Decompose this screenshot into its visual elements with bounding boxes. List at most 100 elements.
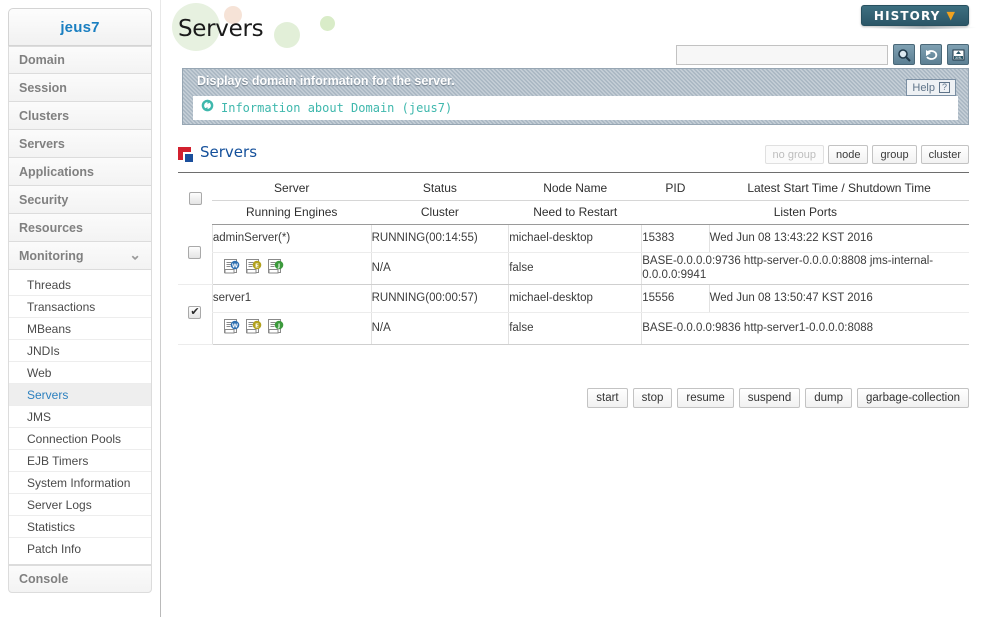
row-select-checkbox[interactable] bbox=[188, 245, 202, 259]
search-toolbar: XML bbox=[676, 44, 969, 65]
refresh-icon[interactable] bbox=[920, 44, 942, 65]
sidebar-subitem-label: Servers bbox=[27, 387, 69, 402]
column-header: Running Engines bbox=[212, 200, 372, 225]
sidebar-subitem-servers[interactable]: Servers bbox=[9, 384, 151, 406]
sidebar-item-label: Applications bbox=[19, 164, 95, 179]
cell-cluster: N/A bbox=[370, 252, 509, 285]
sidebar-subitem-patch-info[interactable]: Patch Info bbox=[9, 538, 151, 560]
sidebar-item-servers[interactable]: Servers bbox=[8, 130, 152, 158]
refresh-circle-icon bbox=[201, 99, 214, 117]
sidebar-item-label: Domain bbox=[19, 53, 65, 67]
table-row[interactable]: server1RUNNING(00:00:57)michael-desktop1… bbox=[178, 284, 969, 345]
sidebar-subitem-jndis[interactable]: JNDIs bbox=[9, 340, 151, 362]
svg-text:J: J bbox=[277, 323, 280, 329]
action-button-start[interactable]: start bbox=[587, 388, 628, 408]
info-link-text[interactable]: Information about Domain (jeus7) bbox=[221, 101, 452, 115]
sidebar-subitem-label: Connection Pools bbox=[27, 431, 122, 446]
cell-listen-ports: BASE-0.0.0.0:9736 http-server-0.0.0.0:88… bbox=[641, 252, 969, 285]
servers-table: Server Status Node Name PID Latest Start Tim… bbox=[178, 176, 969, 345]
search-input[interactable] bbox=[676, 44, 888, 65]
row-select-cell[interactable] bbox=[178, 284, 213, 345]
sidebar-bottom-nav: Console bbox=[8, 565, 152, 593]
info-headline: Displays domain information for the serv… bbox=[197, 74, 455, 88]
history-label: HISTORY bbox=[873, 8, 941, 23]
history-button[interactable]: HISTORY ▼ bbox=[860, 5, 969, 26]
action-button-stop[interactable]: stop bbox=[632, 388, 673, 408]
sidebar-subitem-web[interactable]: Web bbox=[9, 362, 151, 384]
svg-text:E: E bbox=[255, 323, 259, 329]
question-mark-icon: ? bbox=[939, 82, 950, 93]
sidebar-subitem-threads[interactable]: Threads bbox=[9, 274, 151, 296]
help-button[interactable]: Help ? bbox=[906, 79, 956, 96]
ejb-engine-icon[interactable]: E bbox=[245, 258, 262, 278]
cell-node-name: michael-desktop bbox=[508, 284, 642, 313]
table-row[interactable]: adminServer(*) RUNNING(00:14:55) michael-d… bbox=[178, 224, 969, 285]
sidebar-subitem-ejb-timers[interactable]: EJB Timers bbox=[9, 450, 151, 472]
engine-icon-group: WEJ bbox=[213, 318, 371, 338]
sidebar-subitem-connection-pools[interactable]: Connection Pools bbox=[9, 428, 151, 450]
web-engine-icon[interactable]: W bbox=[223, 258, 240, 278]
column-header: Node Name bbox=[508, 176, 642, 201]
sidebar-subitem-jms[interactable]: JMS bbox=[9, 406, 151, 428]
table-row[interactable]: W E J N/A false BASE-0.0.0.0:9836 http-server… bbox=[178, 312, 969, 345]
sidebar-item-clusters[interactable]: Clusters bbox=[8, 102, 152, 130]
group-button-node[interactable]: node bbox=[827, 145, 869, 164]
action-button-bar: start stop resume suspend dump garbage-collec… bbox=[587, 388, 969, 408]
table-header-row-1: Server Status Node Name PID Latest Start Tim… bbox=[178, 176, 969, 205]
web-engine-icon[interactable]: W bbox=[223, 318, 240, 338]
servers-table-body: Server Status Node Name PID Latest Start Tim… bbox=[178, 176, 969, 345]
select-all-checkbox[interactable] bbox=[188, 192, 202, 205]
info-link-row: Information about Domain (jeus7) bbox=[193, 96, 958, 120]
sidebar-subitem-label: Threads bbox=[27, 277, 72, 292]
decor-circle-green-2-icon bbox=[320, 16, 335, 31]
row-select-checkbox[interactable] bbox=[188, 305, 202, 319]
column-header: Server bbox=[212, 176, 372, 201]
sidebar-item-label: Session bbox=[19, 80, 67, 95]
search-icon[interactable] bbox=[893, 44, 915, 65]
sidebar-item-applications[interactable]: Applications bbox=[8, 158, 152, 186]
row-select-cell[interactable] bbox=[178, 224, 213, 285]
sidebar-item-domain[interactable]: Domain bbox=[8, 46, 152, 74]
action-button-suspend[interactable]: suspend bbox=[738, 388, 801, 408]
info-panel: Displays domain information for the serv… bbox=[182, 68, 969, 125]
action-button-dump[interactable]: dump bbox=[805, 388, 853, 408]
ejb-engine-icon[interactable]: E bbox=[245, 318, 262, 338]
sidebar-primary-nav: Domain Session Clusters Servers Applications… bbox=[8, 46, 152, 270]
jms-engine-icon[interactable]: J bbox=[267, 258, 284, 278]
group-button-cluster[interactable]: cluster bbox=[920, 145, 969, 164]
column-header: PID bbox=[641, 176, 710, 201]
section-header: Servers no group node group cluster bbox=[178, 143, 969, 169]
cell-latest-time: Wed Jun 08 13:50:47 KST 2016 bbox=[708, 284, 969, 313]
cell-status: RUNNING(00:00:57) bbox=[370, 284, 509, 313]
group-button-group[interactable]: group bbox=[872, 145, 917, 164]
sidebar-subitem-label: Transactions bbox=[27, 299, 96, 314]
cell-running-engines: WEJ bbox=[211, 252, 372, 285]
sidebar-subitem-server-logs[interactable]: Server Logs bbox=[9, 494, 151, 516]
cell-status: RUNNING(00:14:55) bbox=[370, 224, 509, 253]
sidebar-subitem-mbeans[interactable]: MBeans bbox=[9, 318, 151, 340]
column-header: Need to Restart bbox=[508, 200, 642, 225]
sidebar-subitem-label: EJB Timers bbox=[27, 453, 89, 468]
cell-server: adminServer(*) bbox=[211, 224, 372, 253]
column-header: Cluster bbox=[371, 200, 509, 225]
cell-need-to-restart: false bbox=[508, 252, 642, 285]
select-all-cell[interactable] bbox=[178, 176, 212, 224]
cell-pid: 15556 bbox=[641, 284, 710, 313]
sidebar-subitem-system-information[interactable]: System Information bbox=[9, 472, 151, 494]
jms-engine-icon[interactable]: J bbox=[267, 318, 284, 338]
table-row[interactable]: W E J N/A false BASE-0.0.0.0:9736 http-server… bbox=[178, 252, 969, 285]
engine-icon-group: WEJ bbox=[213, 258, 371, 278]
sidebar-item-security[interactable]: Security bbox=[8, 186, 152, 214]
action-button-resume[interactable]: resume bbox=[677, 388, 734, 408]
sidebar-item-console[interactable]: Console bbox=[8, 565, 152, 593]
sidebar-item-session[interactable]: Session bbox=[8, 74, 152, 102]
sidebar-subitem-statistics[interactable]: Statistics bbox=[9, 516, 151, 538]
cell-cluster: N/A bbox=[370, 312, 509, 345]
export-xml-icon[interactable]: XML bbox=[947, 44, 969, 65]
svg-text:XML: XML bbox=[955, 55, 962, 59]
action-button-garbage-collection[interactable]: garbage-collection bbox=[857, 388, 969, 408]
sidebar-subitem-transactions[interactable]: Transactions bbox=[9, 296, 151, 318]
sidebar-item-monitoring[interactable]: Monitoring ⌄ bbox=[8, 242, 152, 270]
sidebar-item-resources[interactable]: Resources bbox=[8, 214, 152, 242]
sidebar-subitem-label: Server Logs bbox=[27, 497, 92, 512]
